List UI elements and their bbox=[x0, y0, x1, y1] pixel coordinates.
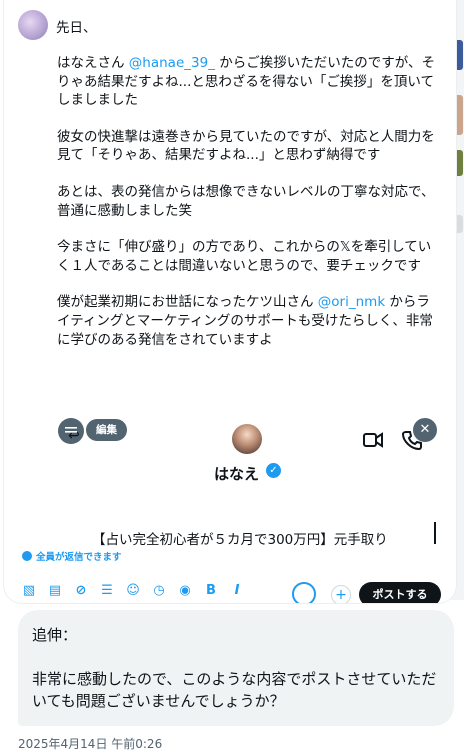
schedule-icon[interactable]: ◷ bbox=[152, 584, 166, 598]
message-line: 追伸： bbox=[32, 626, 78, 644]
post-paragraph: 僕が起業初期にお世話になったケツ山さん @ori_nmk からライティングとマー… bbox=[57, 294, 433, 348]
post-button[interactable]: ポストする bbox=[359, 582, 441, 603]
bold-icon[interactable]: B bbox=[204, 584, 218, 598]
post-paragraph: 彼女の快進撃は遠巻きから見ていたのですが、対応と人間力を見て「そりゃあ、結果だす… bbox=[57, 128, 435, 164]
location-icon[interactable]: ◉ bbox=[178, 584, 192, 598]
image-icon[interactable]: ▧ bbox=[22, 584, 36, 598]
post-paragraph: はなえさん @hanae_39_ からご挨拶いただいたのですが、そりゃあ結果だす… bbox=[57, 55, 435, 109]
edit-button[interactable]: 編集 bbox=[86, 419, 127, 441]
character-progress-ring bbox=[292, 582, 316, 603]
greeting-text: 先日、 bbox=[56, 20, 97, 36]
mention-link[interactable]: @hanae_39_ bbox=[129, 55, 215, 71]
text-caret bbox=[434, 522, 436, 544]
message-timestamp: 2025年4月14日 午前0:26 bbox=[18, 737, 163, 751]
italic-icon[interactable]: I bbox=[230, 584, 244, 598]
phone-call-icon[interactable] bbox=[402, 430, 422, 450]
grok-icon[interactable]: ⊘ bbox=[74, 584, 88, 598]
draft-text[interactable]: 【占い完全初心者が５カ月で300万円】元手取り bbox=[92, 528, 388, 548]
message-line: 非常に感動したので、このような内容でポストさせていただいても問題ございませんでし… bbox=[32, 670, 437, 710]
reply-setting[interactable]: 全員が返信できます bbox=[22, 549, 122, 563]
verified-badge-icon: ✓ bbox=[266, 463, 281, 478]
gif-icon[interactable]: ▤ bbox=[48, 584, 62, 598]
globe-icon bbox=[22, 551, 32, 561]
profile-avatar[interactable] bbox=[232, 424, 262, 454]
mention-link[interactable]: @ori_nmk bbox=[318, 294, 385, 310]
back-arrow-icon[interactable]: ↩ bbox=[68, 428, 82, 444]
poll-icon[interactable]: ☰ bbox=[100, 584, 114, 598]
video-call-icon[interactable] bbox=[363, 432, 383, 448]
composer-toolbar: ▧ ▤ ⊘ ☰ ☺ ◷ ◉ B I bbox=[22, 584, 244, 598]
profile-name: はなえ bbox=[214, 465, 260, 483]
screenshot-image: 先日、 はなえさん @hanae_39_ からご挨拶いただいたのですが、そりゃあ… bbox=[4, 0, 456, 603]
post-paragraph: 今まさに「伸び盛り」の方であり、これからの𝕏を牽引していく１人であることは間違い… bbox=[57, 239, 432, 274]
post-paragraph: あとは、表の発信からは想像できないレベルの丁寧な対応で、普通に感動しました笑 bbox=[57, 183, 435, 219]
message-bubble: 追伸： 非常に感動したので、このような内容でポストさせていただいても問題ございま… bbox=[18, 610, 454, 726]
post-body: はなえさん @hanae_39_ からご挨拶いただいたのですが、そりゃあ結果だす… bbox=[57, 54, 442, 367]
add-post-icon[interactable]: + bbox=[331, 585, 351, 603]
avatar bbox=[18, 10, 48, 40]
emoji-icon[interactable]: ☺ bbox=[126, 584, 140, 598]
